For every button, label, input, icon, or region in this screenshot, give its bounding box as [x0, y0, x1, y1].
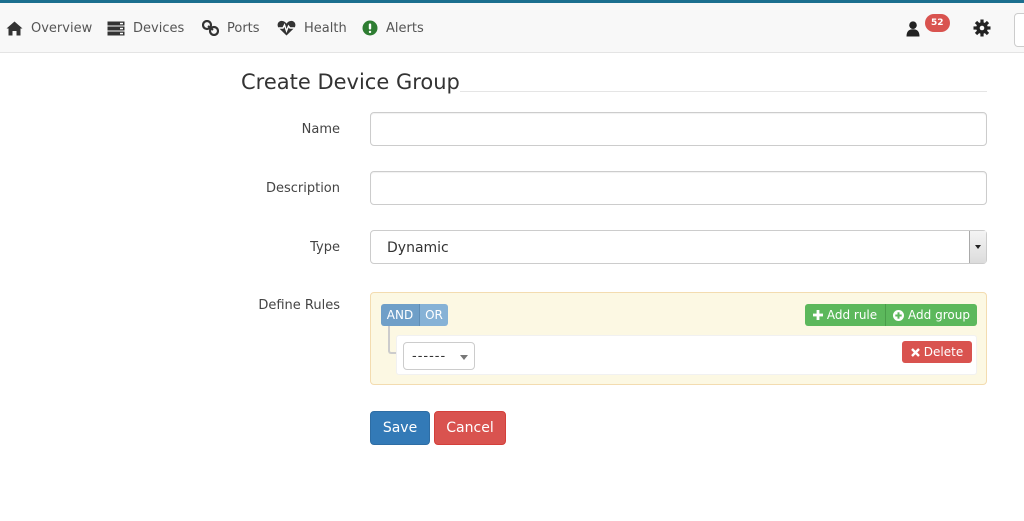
nav-item-ports[interactable]: Ports — [202, 3, 260, 53]
nav-item-label: Ports — [227, 20, 260, 36]
delete-rule-button[interactable]: Delete — [902, 341, 972, 363]
user-icon — [906, 21, 920, 37]
nav-item-label: Overview — [31, 20, 93, 36]
rule-filter-value: ------ — [412, 349, 447, 364]
type-select[interactable]: Dynamic — [370, 230, 987, 264]
heartbeat-icon — [277, 20, 296, 36]
description-input[interactable] — [370, 171, 987, 205]
save-button[interactable]: Save — [370, 411, 430, 445]
and-condition-button[interactable]: AND — [381, 304, 419, 326]
plus-icon — [812, 310, 823, 320]
search-input-edge[interactable] — [1014, 13, 1024, 47]
name-input[interactable] — [370, 112, 987, 146]
server-icon — [107, 21, 125, 35]
exclamation-circle-icon — [362, 20, 378, 36]
nav-item-devices[interactable]: Devices — [107, 3, 184, 53]
add-group-button[interactable]: Add group — [885, 304, 977, 326]
gear-icon[interactable] — [973, 19, 991, 37]
link-icon — [202, 20, 219, 36]
delete-label: Delete — [923, 345, 964, 359]
rule-row: ------ Delete — [396, 335, 977, 375]
description-label: Description — [265, 181, 340, 196]
nav-item-label: Health — [304, 20, 347, 36]
rules-builder: AND OR Add rule Add group ------ Delete — [370, 292, 987, 385]
nav-item-label: Devices — [133, 20, 185, 36]
title-divider — [460, 91, 987, 92]
nav-item-label: Alerts — [386, 20, 424, 36]
caret-down-icon — [460, 355, 468, 360]
rule-filter-select[interactable]: ------ — [403, 342, 475, 370]
add-rule-button[interactable]: Add rule — [805, 304, 885, 326]
define-rules-label: Define Rules — [258, 298, 340, 313]
select-dropdown-button[interactable] — [969, 231, 986, 263]
name-label: Name — [301, 122, 340, 137]
nav-item-alerts[interactable]: Alerts — [362, 3, 424, 53]
close-icon — [910, 347, 920, 357]
caret-down-icon — [975, 245, 981, 249]
type-select-value: Dynamic — [387, 240, 449, 256]
or-condition-button[interactable]: OR — [419, 304, 448, 326]
home-icon — [6, 21, 23, 35]
type-label: Type — [310, 240, 340, 255]
cancel-button[interactable]: Cancel — [434, 411, 506, 445]
add-group-label: Add group — [908, 308, 970, 322]
add-rule-label: Add rule — [826, 308, 878, 322]
nav-item-health[interactable]: Health — [277, 3, 347, 53]
navbar: Overview Devices Ports Health Alerts 52 — [0, 3, 1024, 53]
user-menu[interactable]: 52 — [903, 14, 953, 44]
plus-circle-icon — [893, 309, 905, 321]
page-title: Create Device Group — [241, 70, 460, 94]
nav-item-overview[interactable]: Overview — [6, 3, 92, 53]
notification-badge: 52 — [925, 14, 950, 32]
